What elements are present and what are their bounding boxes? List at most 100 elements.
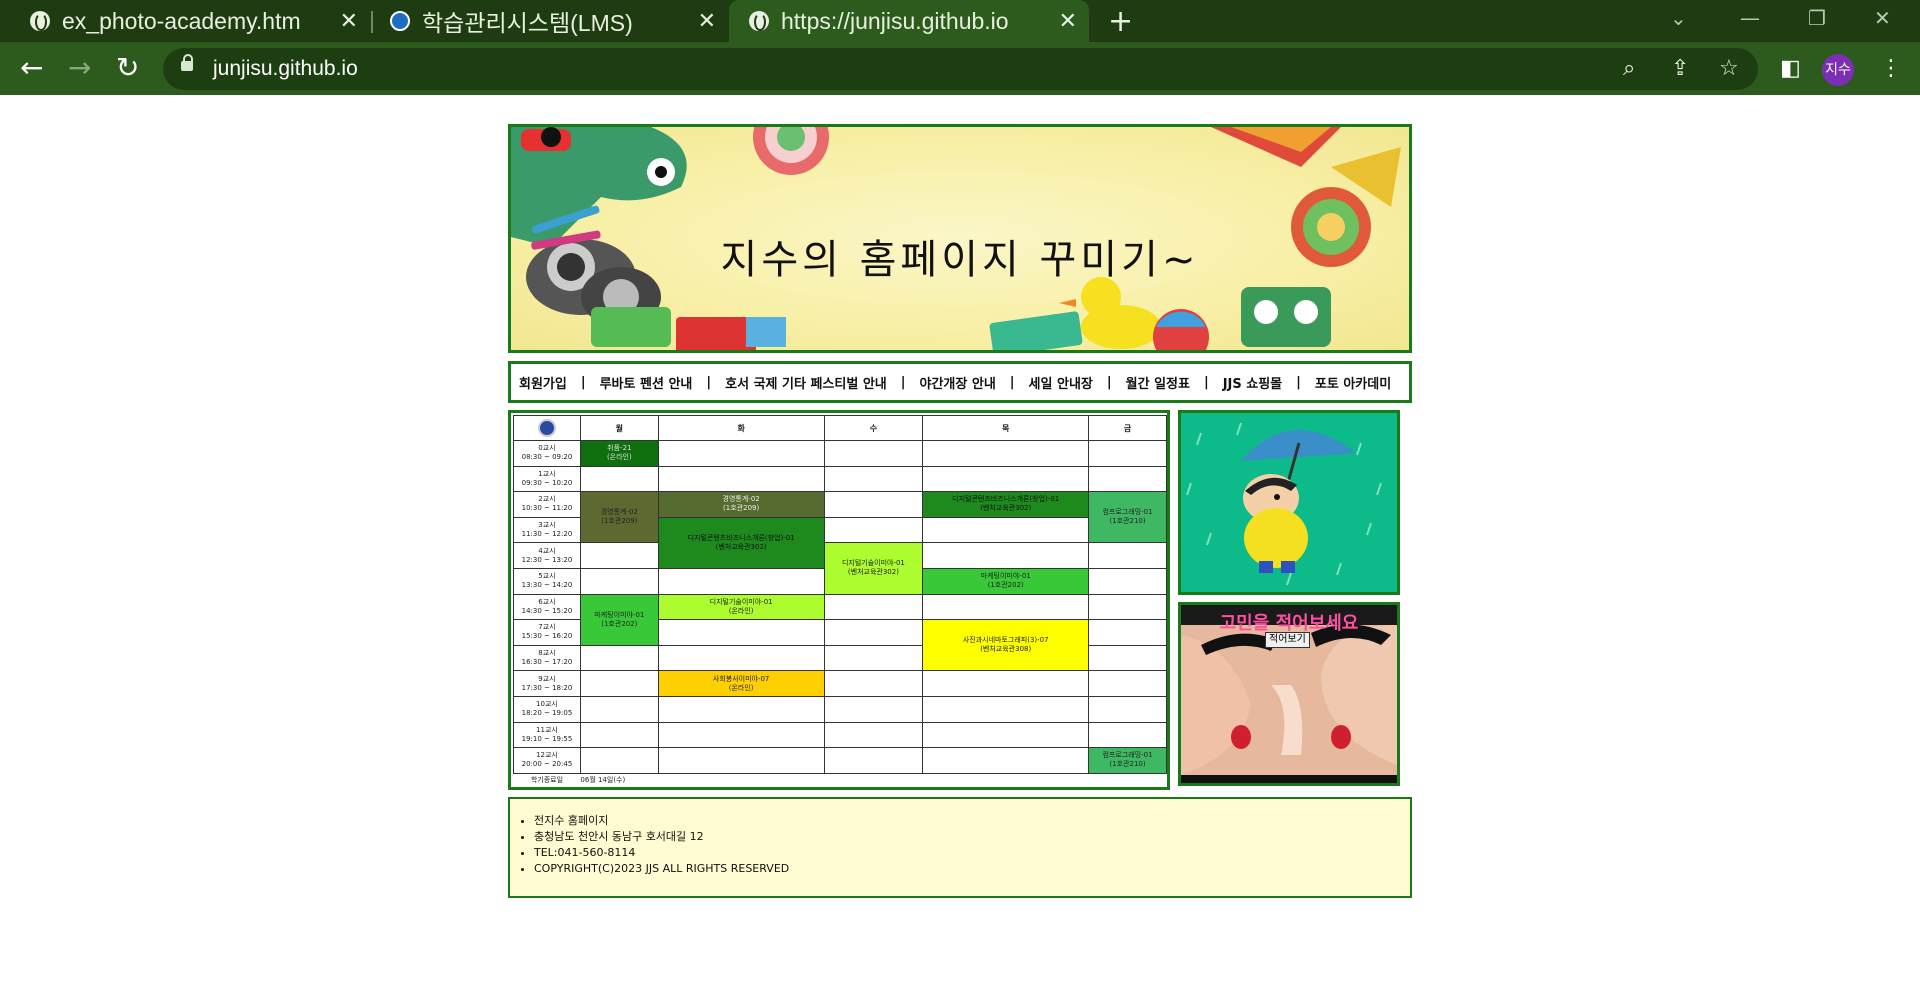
- nav-rubato-pension[interactable]: 루바토 펜션 안내: [600, 373, 693, 392]
- empty-cell: [823, 670, 924, 697]
- minimize-icon[interactable]: —: [1740, 6, 1760, 30]
- window-close-icon[interactable]: ✕: [1874, 6, 1891, 30]
- tab-photo-academy[interactable]: ex_photo-academy.htm ✕: [0, 0, 370, 42]
- nav-photo-academy[interactable]: 포토 아카데미: [1315, 373, 1391, 392]
- nav-separator: |: [1106, 374, 1112, 390]
- period-cell: 0교시 08:30 ~ 09:20: [513, 440, 581, 467]
- course-cell[interactable]: 마케팅이미야-01 (1호관202): [922, 567, 1090, 595]
- table-row: 1교시 09:30 ~ 10:20: [513, 465, 1167, 493]
- back-icon[interactable]: ←: [20, 50, 43, 86]
- empty-cell: [579, 465, 659, 493]
- empty-cell: [922, 670, 1090, 697]
- day-header: 화: [657, 415, 825, 441]
- course-cell[interactable]: 경영통계-02 (1호관209): [579, 491, 659, 544]
- share-icon[interactable]: ⇪: [1671, 56, 1689, 81]
- course-cell[interactable]: 경영통계-02 (1호관209): [657, 491, 825, 518]
- course-cell[interactable]: 디지털콘텐츠비즈니스개론(창업)-01 (벤처교육관302): [922, 491, 1090, 518]
- tab-strip: ex_photo-academy.htm ✕ 학습관리시스템(LMS) ✕ ht…: [0, 0, 1920, 42]
- lock-icon[interactable]: [181, 54, 193, 71]
- side-panel-icon[interactable]: ◧: [1780, 56, 1801, 81]
- page-title: 지수의 홈페이지 꾸미기~: [720, 237, 1200, 283]
- close-icon[interactable]: ✕: [340, 8, 358, 34]
- url-text[interactable]: junjisu.github.io: [213, 57, 358, 81]
- nav-sale-notice[interactable]: 세일 안내장: [1029, 373, 1093, 392]
- day-header: 목: [922, 415, 1090, 441]
- period-cell: 10교시 18:20 ~ 19:05: [513, 695, 581, 723]
- address-bar[interactable]: junjisu.github.io ⌕ ⇪ ☆: [163, 48, 1758, 90]
- close-icon[interactable]: ✕: [1059, 8, 1077, 34]
- empty-cell: [922, 440, 1090, 467]
- day-header: 월: [579, 415, 659, 441]
- empty-cell: [922, 465, 1090, 493]
- nav-monthly-schedule[interactable]: 월간 일정표: [1126, 373, 1190, 392]
- empty-cell: [579, 747, 659, 774]
- empty-cell: [579, 567, 659, 595]
- empty-cell: [823, 695, 924, 723]
- forward-icon[interactable]: →: [68, 50, 91, 86]
- period-cell: 2교시 10:30 ~ 11:20: [513, 491, 581, 518]
- main-nav: 회원가입 | 루바토 펜션 안내 | 호서 국제 기타 페스티벌 안내 | 야간…: [508, 361, 1412, 403]
- empty-cell: [1088, 721, 1167, 749]
- nav-guitar-festival[interactable]: 호서 국제 기타 페스티벌 안내: [725, 373, 887, 392]
- empty-cell: [657, 567, 825, 595]
- table-row: 9교시 17:30 ~ 18:20 사회봉사이미야-07 (온라인): [513, 670, 1167, 697]
- empty-cell: [1088, 440, 1167, 467]
- empty-cell: [1088, 670, 1167, 697]
- table-row: 12교시 20:00 ~ 20:45 컴프로그래밍-01 (1호관210): [513, 747, 1167, 774]
- menu-icon[interactable]: ⋮: [1880, 56, 1902, 81]
- empty-cell: [823, 721, 924, 749]
- zoom-icon[interactable]: ⌕: [1623, 56, 1635, 81]
- course-cell[interactable]: 디지털콘텐츠비즈니스개론(창업)-01 (벤처교육관302): [657, 516, 825, 569]
- restore-icon[interactable]: ❐: [1808, 6, 1826, 30]
- table-row: 10교시 18:20 ~ 19:05: [513, 695, 1167, 723]
- nav-separator: |: [1296, 374, 1301, 390]
- period-cell: 8교시 16:30 ~ 17:20: [513, 644, 581, 672]
- browser-toolbar: ← → ↻ junjisu.github.io ⌕ ⇪ ☆ ◧ 지수 ⋮: [0, 42, 1920, 95]
- nav-signup[interactable]: 회원가입: [519, 373, 567, 392]
- empty-cell: [657, 644, 825, 672]
- reload-icon[interactable]: ↻: [116, 50, 139, 86]
- tab-lms[interactable]: 학습관리시스템(LMS) ✕: [372, 0, 728, 42]
- table-header-row: 월 화 수 목 금: [513, 415, 1167, 441]
- new-tab-icon[interactable]: +: [1108, 4, 1133, 39]
- table-row: 11교시 19:10 ~ 19:55: [513, 721, 1167, 749]
- empty-cell: [579, 542, 659, 569]
- course-cell[interactable]: 디지털기술이미야-01 (온라인): [657, 593, 825, 621]
- course-cell[interactable]: 컴프로그래밍-01 (1호관210): [1088, 747, 1167, 774]
- timetable: 월 화 수 목 금 0교시 08:30 ~ 09:20 취품-21 (온라인) 1교…: [513, 415, 1167, 787]
- empty-cell: [1088, 619, 1167, 646]
- empty-cell: [657, 465, 825, 493]
- course-cell[interactable]: 사진과시네마토그래피(3)-07 (벤처교육관308): [922, 619, 1090, 672]
- profile-avatar[interactable]: 지수: [1822, 54, 1854, 86]
- empty-cell: [922, 695, 1090, 723]
- write-button[interactable]: 적어보기: [1265, 632, 1310, 648]
- tab-search-icon[interactable]: ⌄: [1670, 6, 1687, 30]
- close-icon[interactable]: ✕: [698, 8, 716, 34]
- period-cell: 12교시 20:00 ~ 20:45: [513, 747, 581, 774]
- empty-cell: [823, 593, 924, 621]
- course-cell[interactable]: 사회봉사이미야-07 (온라인): [657, 670, 825, 697]
- footer: 전지수 홈페이지 충청남도 천안시 동남구 호서대길 12 TEL:041-56…: [508, 797, 1412, 898]
- tab-junjisu[interactable]: https://junjisu.github.io ✕: [729, 0, 1089, 42]
- course-cell[interactable]: 마케팅이미야-01 (1호관202): [579, 593, 659, 646]
- nav-night-opening[interactable]: 야간개장 안내: [920, 373, 996, 392]
- empty-cell: [579, 670, 659, 697]
- empty-cell: [823, 619, 924, 646]
- lms-icon: [390, 11, 410, 31]
- nav-jjs-shop[interactable]: JJS 쇼핑몰: [1223, 373, 1282, 392]
- day-header: 수: [823, 415, 924, 441]
- course-cell[interactable]: 취품-21 (온라인): [579, 440, 659, 467]
- period-cell: 9교시 17:30 ~ 18:20: [513, 670, 581, 697]
- empty-cell: [922, 721, 1090, 749]
- course-cell[interactable]: 디지털기술이미야-01 (벤처교육관302): [823, 542, 924, 595]
- empty-cell: [1088, 593, 1167, 621]
- empty-cell: [657, 619, 825, 646]
- character-illustration: [1186, 422, 1382, 586]
- empty-cell: [1088, 695, 1167, 723]
- empty-cell: [823, 465, 924, 493]
- empty-cell: [657, 695, 825, 723]
- semester-end-row: 학기종료일 06월 14일(수): [514, 773, 1167, 787]
- course-cell[interactable]: 컴프로그래밍-01 (1호관210): [1088, 491, 1167, 544]
- nav-separator: |: [900, 374, 906, 390]
- bookmark-star-icon[interactable]: ☆: [1719, 56, 1739, 81]
